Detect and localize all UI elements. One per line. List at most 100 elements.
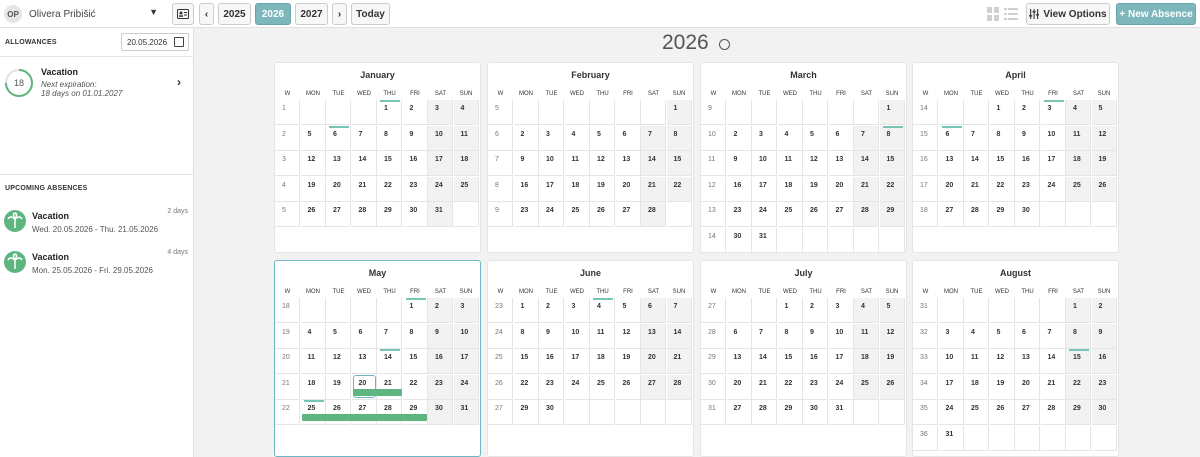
day-cell[interactable]: 20 xyxy=(326,176,351,202)
day-cell[interactable]: 10 xyxy=(1040,125,1066,151)
day-cell[interactable]: 31 xyxy=(752,228,777,253)
day-cell[interactable]: 30 xyxy=(803,400,828,426)
day-cell[interactable]: 19 xyxy=(615,349,641,375)
day-cell[interactable]: 22 xyxy=(377,176,402,202)
day-cell[interactable]: 3 xyxy=(828,298,854,323)
year-2025-button[interactable]: 2025 xyxy=(218,3,251,25)
day-cell[interactable]: 9 xyxy=(1015,125,1040,151)
day-cell[interactable]: 26 xyxy=(615,374,641,400)
day-cell[interactable]: 12 xyxy=(989,349,1015,375)
day-cell[interactable]: 23 xyxy=(539,374,564,400)
day-cell[interactable]: 29 xyxy=(879,202,905,228)
day-cell[interactable]: 11 xyxy=(1066,125,1091,151)
day-cell[interactable]: 10 xyxy=(564,323,590,349)
day-cell[interactable]: 7 xyxy=(641,125,666,151)
day-cell[interactable]: 26 xyxy=(326,400,351,426)
absence-bar[interactable] xyxy=(352,388,402,396)
list-item[interactable]: Vacation Mon. 25.05.2026 - Fri. 29.05.20… xyxy=(4,249,190,285)
year-2027-button[interactable]: 2027 xyxy=(295,3,328,25)
day-cell[interactable]: 28 xyxy=(854,202,879,228)
day-cell[interactable]: 3 xyxy=(453,298,479,323)
day-cell[interactable]: 31 xyxy=(938,426,964,451)
day-cell[interactable]: 10 xyxy=(453,323,479,349)
day-cell[interactable]: 29 xyxy=(989,202,1015,228)
day-cell[interactable]: 16 xyxy=(1015,151,1040,177)
day-cell[interactable]: 8 xyxy=(513,323,539,349)
day-cell[interactable]: 14 xyxy=(1040,349,1066,375)
day-cell[interactable]: 7 xyxy=(752,323,777,349)
day-cell[interactable]: 5 xyxy=(590,125,615,151)
day-cell[interactable]: 15 xyxy=(989,151,1015,177)
day-cell[interactable]: 7 xyxy=(351,125,377,151)
day-cell[interactable]: 3 xyxy=(1040,100,1066,125)
day-cell[interactable]: 14 xyxy=(666,323,692,349)
day-cell[interactable]: 12 xyxy=(803,151,828,177)
day-cell[interactable]: 25 xyxy=(777,202,803,228)
day-cell[interactable]: 24 xyxy=(1040,176,1066,202)
day-cell[interactable]: 11 xyxy=(964,349,989,375)
day-cell[interactable]: 29 xyxy=(777,400,803,426)
day-cell[interactable]: 21 xyxy=(377,374,402,400)
day-cell[interactable]: 6 xyxy=(615,125,641,151)
day-cell[interactable]: 20 xyxy=(726,374,752,400)
day-cell[interactable]: 27 xyxy=(326,202,351,228)
day-cell[interactable]: 30 xyxy=(428,400,453,426)
day-cell[interactable]: 3 xyxy=(428,100,453,125)
day-cell[interactable]: 12 xyxy=(590,151,615,177)
day-cell[interactable]: 24 xyxy=(938,400,964,426)
day-cell[interactable]: 11 xyxy=(564,151,590,177)
day-cell[interactable]: 8 xyxy=(402,323,428,349)
day-cell[interactable]: 6 xyxy=(938,125,964,151)
day-cell[interactable]: 7 xyxy=(377,323,402,349)
list-view-icon[interactable] xyxy=(1004,7,1018,21)
day-cell[interactable]: 15 xyxy=(666,151,692,177)
day-cell[interactable]: 14 xyxy=(854,151,879,177)
day-cell[interactable]: 8 xyxy=(1066,323,1091,349)
day-cell[interactable]: 25 xyxy=(564,202,590,228)
day-cell[interactable]: 23 xyxy=(803,374,828,400)
day-cell[interactable]: 6 xyxy=(641,298,666,323)
day-cell[interactable]: 26 xyxy=(590,202,615,228)
day-cell[interactable]: 9 xyxy=(803,323,828,349)
day-cell[interactable]: 4 xyxy=(453,100,479,125)
day-cell[interactable]: 13 xyxy=(938,151,964,177)
day-cell[interactable]: 24 xyxy=(564,374,590,400)
day-cell[interactable]: 14 xyxy=(377,349,402,375)
day-cell[interactable]: 21 xyxy=(854,176,879,202)
day-cell[interactable]: 2 xyxy=(402,100,428,125)
day-cell[interactable]: 25 xyxy=(453,176,479,202)
year-2026-button[interactable]: 2026 xyxy=(255,3,291,25)
day-cell[interactable]: 1 xyxy=(879,100,905,125)
day-cell[interactable]: 5 xyxy=(879,298,905,323)
day-cell[interactable]: 9 xyxy=(726,151,752,177)
day-cell[interactable]: 12 xyxy=(300,151,326,177)
chevron-right-icon[interactable]: › xyxy=(177,75,181,89)
absence-bar[interactable] xyxy=(301,414,427,422)
day-cell[interactable]: 13 xyxy=(1015,349,1040,375)
day-cell[interactable]: 24 xyxy=(752,202,777,228)
day-cell[interactable]: 24 xyxy=(453,374,479,400)
day-cell[interactable]: 8 xyxy=(666,125,692,151)
day-cell[interactable]: 17 xyxy=(938,374,964,400)
day-cell[interactable]: 26 xyxy=(300,202,326,228)
day-cell[interactable]: 29 xyxy=(513,400,539,426)
day-cell[interactable]: 19 xyxy=(989,374,1015,400)
day-cell[interactable]: 16 xyxy=(726,176,752,202)
day-cell[interactable]: 5 xyxy=(326,323,351,349)
day-cell[interactable]: 21 xyxy=(351,176,377,202)
day-cell[interactable]: 7 xyxy=(854,125,879,151)
day-cell[interactable]: 27 xyxy=(938,202,964,228)
day-cell[interactable]: 23 xyxy=(1091,374,1117,400)
day-cell[interactable]: 12 xyxy=(879,323,905,349)
day-cell[interactable]: 13 xyxy=(615,151,641,177)
day-cell[interactable]: 4 xyxy=(1066,100,1091,125)
day-cell[interactable]: 5 xyxy=(1091,100,1117,125)
day-cell[interactable]: 20 xyxy=(1015,374,1040,400)
day-cell[interactable]: 27 xyxy=(615,202,641,228)
day-cell[interactable]: 5 xyxy=(989,323,1015,349)
day-cell[interactable]: 20 xyxy=(615,176,641,202)
day-cell[interactable]: 26 xyxy=(803,202,828,228)
day-cell[interactable]: 1 xyxy=(513,298,539,323)
day-cell[interactable]: 22 xyxy=(402,374,428,400)
day-cell[interactable]: 17 xyxy=(564,349,590,375)
